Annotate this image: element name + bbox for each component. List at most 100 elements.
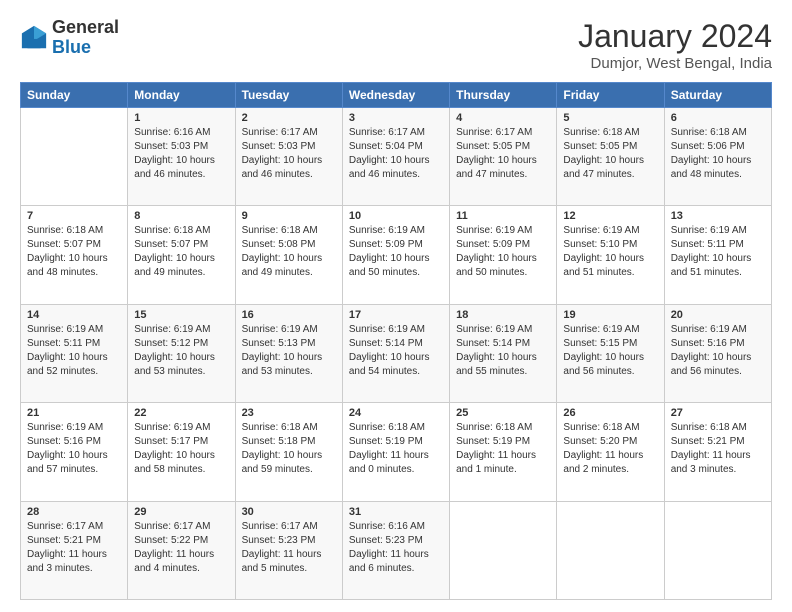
day-number: 15 <box>134 309 228 321</box>
day-info: Sunrise: 6:18 AM Sunset: 5:07 PM Dayligh… <box>27 224 121 280</box>
calendar-cell: 12 Sunrise: 6:19 AM Sunset: 5:10 PM Dayli… <box>557 206 664 304</box>
day-info: Sunrise: 6:16 AM Sunset: 5:03 PM Dayligh… <box>134 126 228 182</box>
day-number: 24 <box>349 407 443 419</box>
day-info: Sunrise: 6:17 AM Sunset: 5:23 PM Dayligh… <box>242 520 336 576</box>
day-info: Sunrise: 6:19 AM Sunset: 5:09 PM Dayligh… <box>349 224 443 280</box>
header-cell-tuesday: Tuesday <box>235 83 342 108</box>
calendar-body: 1 Sunrise: 6:16 AM Sunset: 5:03 PM Daylig… <box>21 108 772 600</box>
day-info: Sunrise: 6:18 AM Sunset: 5:08 PM Dayligh… <box>242 224 336 280</box>
day-number: 6 <box>671 112 765 124</box>
day-number: 9 <box>242 210 336 222</box>
day-number: 16 <box>242 309 336 321</box>
logo-icon <box>20 24 48 52</box>
day-number: 20 <box>671 309 765 321</box>
calendar-cell: 17Sunrise: 6:19 AM Sunset: 5:14 PM Dayli… <box>342 304 449 402</box>
calendar-cell: 24Sunrise: 6:18 AM Sunset: 5:19 PM Dayli… <box>342 403 449 501</box>
header-cell-friday: Friday <box>557 83 664 108</box>
day-number: 11 <box>456 210 550 222</box>
calendar-title: January 2024 <box>578 18 772 55</box>
day-number: 1 <box>134 112 228 124</box>
day-info: Sunrise: 6:18 AM Sunset: 5:06 PM Dayligh… <box>671 126 765 182</box>
calendar-table: SundayMondayTuesdayWednesdayThursdayFrid… <box>20 82 772 600</box>
day-number: 4 <box>456 112 550 124</box>
calendar-cell: 2Sunrise: 6:17 AM Sunset: 5:03 PM Daylig… <box>235 108 342 206</box>
calendar-cell: 3 Sunrise: 6:17 AM Sunset: 5:04 PM Daylig… <box>342 108 449 206</box>
logo-general-text: General <box>52 18 119 38</box>
week-row-4: 28Sunrise: 6:17 AM Sunset: 5:21 PM Dayli… <box>21 501 772 599</box>
week-row-3: 21 Sunrise: 6:19 AM Sunset: 5:16 PM Dayli… <box>21 403 772 501</box>
day-info: Sunrise: 6:19 AM Sunset: 5:12 PM Dayligh… <box>134 323 228 379</box>
calendar-cell <box>664 501 771 599</box>
calendar-cell: 4Sunrise: 6:17 AM Sunset: 5:05 PM Daylig… <box>450 108 557 206</box>
week-row-1: 7Sunrise: 6:18 AM Sunset: 5:07 PM Daylig… <box>21 206 772 304</box>
day-number: 19 <box>563 309 657 321</box>
calendar-page: General Blue January 2024 Dumjor, West B… <box>0 0 792 612</box>
calendar-cell: 6 Sunrise: 6:18 AM Sunset: 5:06 PM Daylig… <box>664 108 771 206</box>
week-row-0: 1 Sunrise: 6:16 AM Sunset: 5:03 PM Daylig… <box>21 108 772 206</box>
day-number: 5 <box>563 112 657 124</box>
day-number: 13 <box>671 210 765 222</box>
day-number: 23 <box>242 407 336 419</box>
day-info: Sunrise: 6:18 AM Sunset: 5:05 PM Dayligh… <box>563 126 657 182</box>
calendar-cell: 27 Sunrise: 6:18 AM Sunset: 5:21 PM Dayli… <box>664 403 771 501</box>
title-block: January 2024 Dumjor, West Bengal, India <box>578 18 772 72</box>
day-info: Sunrise: 6:19 AM Sunset: 5:11 PM Dayligh… <box>671 224 765 280</box>
header-cell-thursday: Thursday <box>450 83 557 108</box>
logo-text: General Blue <box>52 18 119 58</box>
calendar-cell: 31 Sunrise: 6:16 AM Sunset: 5:23 PM Dayli… <box>342 501 449 599</box>
calendar-cell: 15 Sunrise: 6:19 AM Sunset: 5:12 PM Dayli… <box>128 304 235 402</box>
header: General Blue January 2024 Dumjor, West B… <box>20 18 772 72</box>
header-cell-wednesday: Wednesday <box>342 83 449 108</box>
day-number: 22 <box>134 407 228 419</box>
calendar-cell: 10 Sunrise: 6:19 AM Sunset: 5:09 PM Dayli… <box>342 206 449 304</box>
calendar-header: SundayMondayTuesdayWednesdayThursdayFrid… <box>21 83 772 108</box>
calendar-cell: 14Sunrise: 6:19 AM Sunset: 5:11 PM Dayli… <box>21 304 128 402</box>
day-info: Sunrise: 6:19 AM Sunset: 5:13 PM Dayligh… <box>242 323 336 379</box>
day-number: 8 <box>134 210 228 222</box>
calendar-cell: 26Sunrise: 6:18 AM Sunset: 5:20 PM Dayli… <box>557 403 664 501</box>
day-info: Sunrise: 6:16 AM Sunset: 5:23 PM Dayligh… <box>349 520 443 576</box>
day-info: Sunrise: 6:19 AM Sunset: 5:09 PM Dayligh… <box>456 224 550 280</box>
calendar-cell: 7Sunrise: 6:18 AM Sunset: 5:07 PM Daylig… <box>21 206 128 304</box>
calendar-cell: 29 Sunrise: 6:17 AM Sunset: 5:22 PM Dayli… <box>128 501 235 599</box>
day-info: Sunrise: 6:17 AM Sunset: 5:22 PM Dayligh… <box>134 520 228 576</box>
day-info: Sunrise: 6:19 AM Sunset: 5:17 PM Dayligh… <box>134 421 228 477</box>
calendar-cell: 20 Sunrise: 6:19 AM Sunset: 5:16 PM Dayli… <box>664 304 771 402</box>
calendar-cell: 5 Sunrise: 6:18 AM Sunset: 5:05 PM Daylig… <box>557 108 664 206</box>
week-row-2: 14Sunrise: 6:19 AM Sunset: 5:11 PM Dayli… <box>21 304 772 402</box>
day-number: 29 <box>134 506 228 518</box>
day-number: 31 <box>349 506 443 518</box>
day-info: Sunrise: 6:18 AM Sunset: 5:21 PM Dayligh… <box>671 421 765 477</box>
day-info: Sunrise: 6:17 AM Sunset: 5:03 PM Dayligh… <box>242 126 336 182</box>
day-info: Sunrise: 6:18 AM Sunset: 5:19 PM Dayligh… <box>456 421 550 477</box>
calendar-cell: 13 Sunrise: 6:19 AM Sunset: 5:11 PM Dayli… <box>664 206 771 304</box>
day-info: Sunrise: 6:19 AM Sunset: 5:11 PM Dayligh… <box>27 323 121 379</box>
calendar-cell <box>21 108 128 206</box>
calendar-cell: 23Sunrise: 6:18 AM Sunset: 5:18 PM Dayli… <box>235 403 342 501</box>
calendar-cell: 18Sunrise: 6:19 AM Sunset: 5:14 PM Dayli… <box>450 304 557 402</box>
day-number: 26 <box>563 407 657 419</box>
day-number: 27 <box>671 407 765 419</box>
day-number: 21 <box>27 407 121 419</box>
day-number: 3 <box>349 112 443 124</box>
day-info: Sunrise: 6:19 AM Sunset: 5:10 PM Dayligh… <box>563 224 657 280</box>
calendar-cell: 22 Sunrise: 6:19 AM Sunset: 5:17 PM Dayli… <box>128 403 235 501</box>
day-info: Sunrise: 6:17 AM Sunset: 5:21 PM Dayligh… <box>27 520 121 576</box>
day-info: Sunrise: 6:19 AM Sunset: 5:16 PM Dayligh… <box>671 323 765 379</box>
calendar-cell: 9 Sunrise: 6:18 AM Sunset: 5:08 PM Daylig… <box>235 206 342 304</box>
header-cell-sunday: Sunday <box>21 83 128 108</box>
calendar-cell: 11 Sunrise: 6:19 AM Sunset: 5:09 PM Dayli… <box>450 206 557 304</box>
day-info: Sunrise: 6:18 AM Sunset: 5:07 PM Dayligh… <box>134 224 228 280</box>
day-info: Sunrise: 6:17 AM Sunset: 5:04 PM Dayligh… <box>349 126 443 182</box>
calendar-cell <box>557 501 664 599</box>
day-number: 12 <box>563 210 657 222</box>
day-info: Sunrise: 6:19 AM Sunset: 5:16 PM Dayligh… <box>27 421 121 477</box>
calendar-cell <box>450 501 557 599</box>
calendar-cell: 19Sunrise: 6:19 AM Sunset: 5:15 PM Dayli… <box>557 304 664 402</box>
calendar-cell: 16 Sunrise: 6:19 AM Sunset: 5:13 PM Dayli… <box>235 304 342 402</box>
calendar-cell: 8 Sunrise: 6:18 AM Sunset: 5:07 PM Daylig… <box>128 206 235 304</box>
calendar-cell: 1 Sunrise: 6:16 AM Sunset: 5:03 PM Daylig… <box>128 108 235 206</box>
day-info: Sunrise: 6:19 AM Sunset: 5:14 PM Dayligh… <box>349 323 443 379</box>
day-number: 10 <box>349 210 443 222</box>
day-number: 25 <box>456 407 550 419</box>
